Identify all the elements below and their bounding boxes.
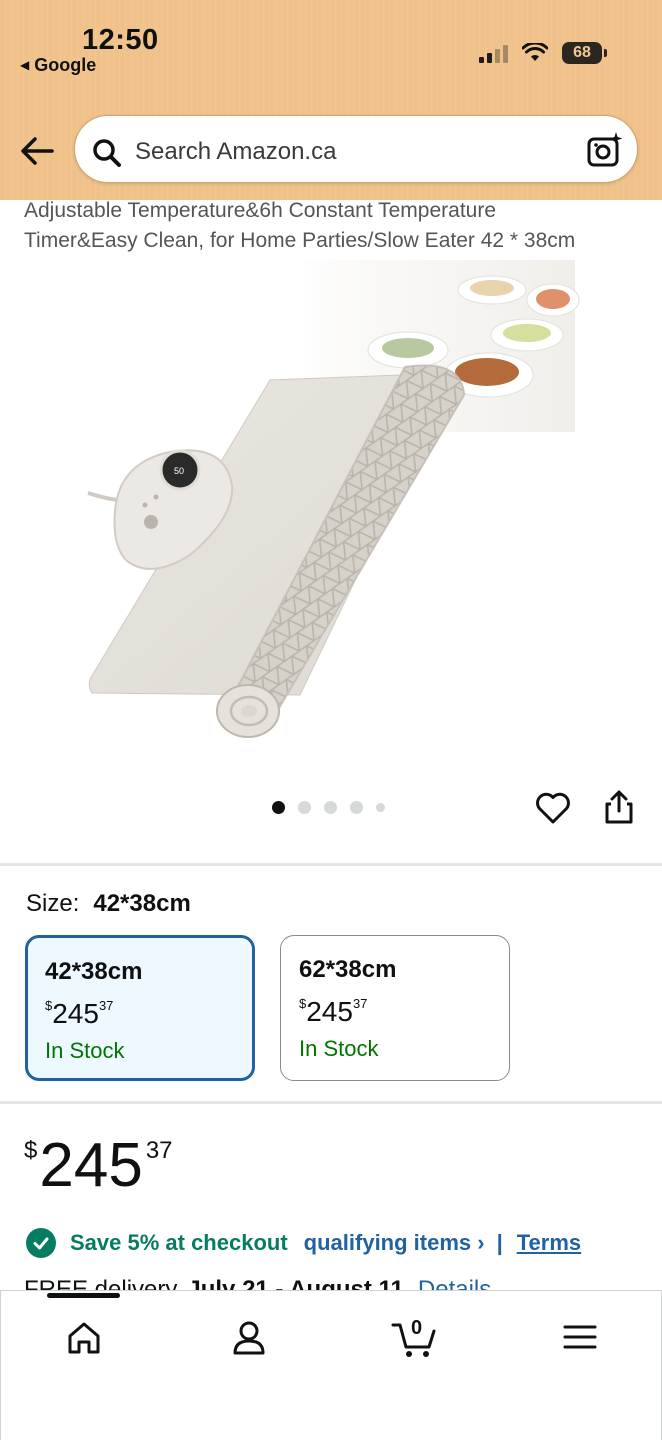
price-currency: $ <box>24 1137 38 1164</box>
back-app-label: Google <box>34 55 97 75</box>
stock-status: In Stock <box>299 1036 379 1061</box>
promo-separator: | <box>496 1230 503 1255</box>
promo-row: Save 5% at checkout qualifying items › |… <box>26 1228 581 1258</box>
product-title: Adjustable Temperature&6h Constant Tempe… <box>24 196 644 256</box>
header: 12:50 ◀ Google 68 Search Amazon.ca <box>0 0 662 200</box>
cart-count: 0 <box>411 1317 423 1339</box>
section-divider <box>0 1101 662 1104</box>
wifi-icon <box>522 43 548 61</box>
qualifying-items-link[interactable]: qualifying items › <box>304 1230 485 1256</box>
section-divider <box>0 863 662 866</box>
size-option-42x38[interactable]: 42*38cm $24537 In Stock <box>25 935 255 1081</box>
size-label: Size: <box>26 890 80 917</box>
product-title-line1: Adjustable Temperature&6h Constant Tempe… <box>24 199 497 222</box>
search-input[interactable]: Search Amazon.ca <box>135 138 336 166</box>
back-to-app-link[interactable]: ◀ Google <box>20 55 96 76</box>
status-time: 12:50 <box>82 24 159 56</box>
product-price: $245 37 <box>24 1130 173 1201</box>
svg-text:50: 50 <box>174 466 184 476</box>
carousel-dot[interactable] <box>350 801 363 814</box>
carousel-dot[interactable] <box>272 801 285 814</box>
search-bar[interactable]: Search Amazon.ca <box>74 115 638 183</box>
carousel-dot[interactable] <box>324 801 337 814</box>
home-icon[interactable] <box>65 1319 103 1357</box>
menu-icon[interactable] <box>562 1319 598 1355</box>
price-cents: 37 <box>352 996 368 1011</box>
size-option-name: 42*38cm <box>45 958 143 985</box>
back-triangle-icon: ◀ <box>20 58 30 72</box>
carousel-dot[interactable] <box>298 801 311 814</box>
checkmark-icon <box>26 1228 56 1258</box>
price-dollars: 245 <box>306 996 353 1027</box>
camera-lens-icon[interactable] <box>585 130 625 170</box>
image-carousel-dots[interactable] <box>272 801 385 814</box>
bottom-navigation: 0 <box>0 1290 662 1440</box>
search-icon <box>93 139 121 167</box>
terms-link[interactable]: Terms <box>517 1230 581 1256</box>
price-dollars: 245 <box>39 1131 143 1200</box>
product-image[interactable]: 50 <box>0 255 662 755</box>
size-option-name: 62*38cm <box>299 956 397 983</box>
price-cents: 37 <box>145 1137 173 1164</box>
price-dollars: 245 <box>52 998 99 1029</box>
price-cents: 37 <box>98 998 114 1013</box>
signal-icon <box>479 43 508 63</box>
stock-status: In Stock <box>45 1038 125 1063</box>
product-title-line2: Timer&Easy Clean, for Home Parties/Slow … <box>24 229 576 252</box>
promo-save-text: Save 5% at checkout <box>70 1230 288 1255</box>
carousel-dot[interactable] <box>376 803 385 812</box>
active-tab-indicator <box>47 1293 120 1298</box>
heart-icon[interactable] <box>535 790 571 826</box>
account-icon[interactable] <box>230 1319 268 1357</box>
battery-icon: 68 <box>562 42 607 64</box>
size-selected-value: 42*38cm <box>93 890 191 917</box>
size-option-62x38[interactable]: 62*38cm $24537 In Stock <box>280 935 510 1081</box>
share-icon[interactable] <box>603 789 635 825</box>
size-selection-label: Size: 42*38cm <box>26 890 191 918</box>
back-arrow-icon[interactable] <box>18 134 56 168</box>
size-option-price: $24537 <box>299 996 367 1028</box>
status-icons: 68 <box>479 42 607 64</box>
size-option-price: $24537 <box>45 998 113 1030</box>
